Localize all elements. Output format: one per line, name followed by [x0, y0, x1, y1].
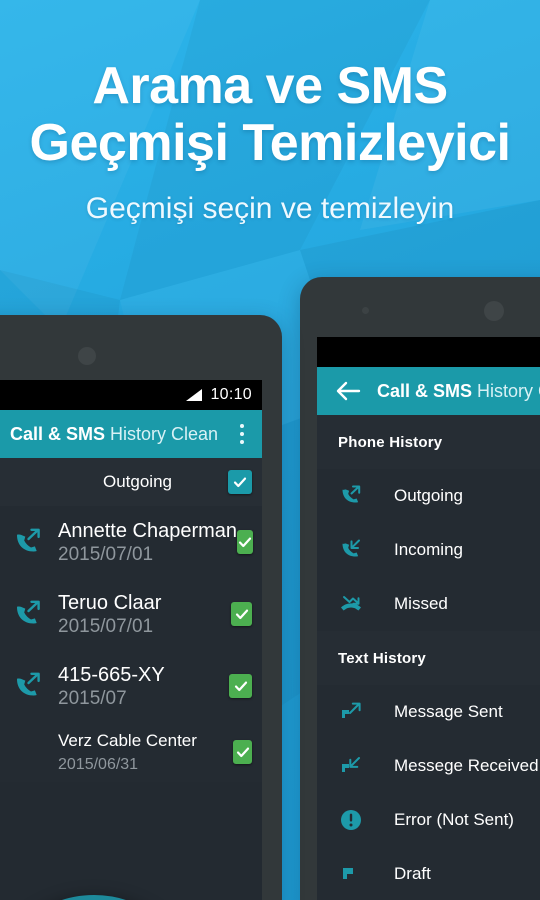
left-app-toolbar: Call & SMS History Clean: [0, 410, 262, 458]
row-checkbox[interactable]: [231, 602, 252, 626]
menu-item-message-sent[interactable]: Message Sent: [317, 685, 540, 739]
draft-flag-icon: [338, 861, 372, 887]
phone-mockup-left: 10:10 Call & SMS History Clean Outgoing: [0, 315, 282, 900]
menu-item-incoming[interactable]: Incoming: [317, 523, 540, 577]
message-sent-icon: [338, 699, 372, 725]
menu-item-label: Outgoing: [394, 486, 463, 505]
left-toolbar-title-bold: Call & SMS: [10, 423, 106, 444]
select-all-checkbox[interactable]: [228, 470, 252, 494]
error-icon: [338, 807, 372, 833]
back-arrow-icon[interactable]: [333, 376, 363, 406]
menu-item-label: Error (Not Sent): [394, 810, 514, 829]
text-history-list: Message Sent Messege Received Error (Not…: [317, 685, 540, 900]
row-checkbox[interactable]: [229, 674, 252, 698]
menu-item-label: Missed: [394, 594, 448, 613]
section-header-text-history: Text History: [317, 631, 540, 685]
magnifier-lens: [0, 895, 200, 900]
call-history-list: Annette Chaperman 2015/07/01 Teruo Claar…: [0, 506, 262, 782]
table-row[interactable]: Annette Chaperman 2015/07/01: [0, 506, 262, 578]
menu-item-message-received[interactable]: Messege Received: [317, 739, 540, 793]
front-camera-icon: [78, 347, 96, 365]
section-header-phone-history: Phone History: [317, 415, 540, 469]
contact-name: Teruo Claar: [58, 591, 162, 614]
menu-item-label: Messege Received: [394, 756, 539, 775]
page-title: Arama ve SMS Geçmişi Temizleyici: [0, 58, 540, 172]
contact-name: Annette Chaperman: [58, 519, 238, 542]
section-header-label: Phone History: [338, 433, 443, 451]
section-header-label: Text History: [338, 649, 426, 667]
phone-right-screen: Call & SMS History C Phone History Outgo…: [317, 337, 540, 900]
call-date: 2015/06/31: [58, 755, 139, 773]
page-title-line-1: Arama ve SMS: [92, 57, 448, 115]
row-checkbox[interactable]: [237, 530, 254, 554]
message-received-icon: [338, 753, 372, 779]
row-text: Teruo Claar 2015/07/01: [58, 591, 231, 638]
outgoing-call-icon: [12, 526, 46, 558]
menu-item-label: Draft: [394, 864, 431, 883]
table-row[interactable]: 415-665-XY 2015/07: [0, 650, 262, 722]
hero-text-block: Arama ve SMS Geçmişi Temizleyici Geçmişi…: [0, 58, 540, 226]
overflow-menu-icon[interactable]: [232, 421, 252, 447]
right-toolbar-title: Call & SMS History C: [377, 381, 540, 402]
list-group-header-label: Outgoing: [103, 472, 172, 491]
left-toolbar-title: Call & SMS History Clean: [10, 424, 218, 445]
menu-item-error-not-sent[interactable]: Error (Not Sent): [317, 793, 540, 847]
outgoing-call-icon: [12, 598, 46, 630]
row-text: Annette Chaperman 2015/07/01: [58, 519, 237, 566]
right-toolbar-title-rest: History C: [477, 380, 540, 401]
left-status-bar: 10:10: [0, 380, 262, 410]
right-status-bar: [317, 337, 540, 367]
front-camera-icon: [484, 301, 504, 321]
incoming-call-icon: [338, 537, 372, 563]
page-subtitle: Geçmişi seçin ve temizleyin: [85, 192, 455, 225]
row-text: 415-665-XY 2015/07: [58, 663, 229, 710]
outgoing-call-icon: [12, 670, 46, 702]
menu-item-draft[interactable]: Draft: [317, 847, 540, 900]
table-row[interactable]: Verz Cable Center 2015/06/31: [0, 722, 262, 782]
table-row[interactable]: Teruo Claar 2015/07/01: [0, 578, 262, 650]
proximity-sensor-icon: [362, 307, 369, 314]
contact-name: Verz Cable Center: [58, 730, 197, 750]
missed-call-icon: [338, 591, 372, 617]
call-date: 2015/07: [58, 687, 127, 709]
call-date: 2015/07/01: [58, 543, 154, 565]
outgoing-call-icon: [338, 483, 372, 509]
page-title-line-2: Geçmişi Temizleyici: [29, 114, 511, 172]
right-toolbar-title-bold: Call & SMS: [377, 380, 473, 401]
left-toolbar-title-rest: History Clean: [105, 423, 219, 444]
row-checkbox[interactable]: [233, 740, 252, 764]
list-group-header-outgoing[interactable]: Outgoing: [0, 458, 262, 506]
row-text: Verz Cable Center 2015/06/31: [58, 729, 233, 776]
phone-left-screen: 10:10 Call & SMS History Clean Outgoing: [0, 380, 262, 900]
signal-bars-icon: [186, 389, 203, 401]
status-clock: 10:10: [210, 386, 252, 403]
contact-name: 415-665-XY: [58, 663, 165, 686]
menu-item-label: Message Sent: [394, 702, 503, 721]
menu-item-missed[interactable]: Missed: [317, 577, 540, 631]
phone-mockup-right: Call & SMS History C Phone History Outgo…: [300, 277, 540, 900]
call-date: 2015/07/01: [58, 615, 154, 637]
phone-history-list: Outgoing Incoming Missed: [317, 469, 540, 631]
menu-item-label: Incoming: [394, 540, 463, 559]
menu-item-outgoing[interactable]: Outgoing: [317, 469, 540, 523]
right-app-toolbar: Call & SMS History C: [317, 367, 540, 415]
